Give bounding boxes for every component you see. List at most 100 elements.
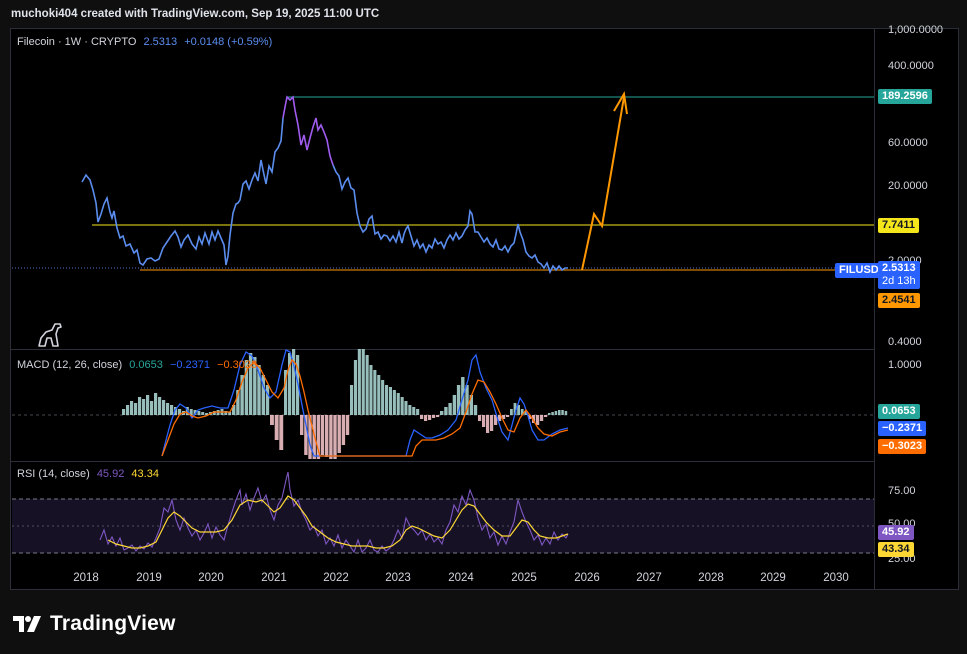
macd-hist-bar: [506, 415, 510, 417]
macd-hist-bar: [166, 403, 170, 415]
macd-hist-bar: [558, 410, 561, 415]
macd-hist-bar: [444, 407, 448, 415]
macd-hist-bar: [551, 412, 554, 415]
macd-hist-bar: [353, 360, 357, 415]
macd-hist-bar: [548, 413, 551, 415]
time-tick: 2022: [323, 572, 349, 584]
rsi-value: 45.92: [96, 468, 125, 480]
macd-hist-bar: [564, 411, 568, 415]
macd-hist-bar: [162, 400, 166, 415]
macd-hist-bar: [373, 370, 377, 415]
macd-hist-bar: [404, 401, 408, 415]
price-tick: 1,000.0000: [888, 24, 944, 36]
macd-title: MACD (12, 26, close): [17, 359, 123, 371]
macd-hist-bar: [482, 415, 486, 427]
macd-hist-bar: [536, 415, 540, 425]
macd-hist-bar: [126, 405, 130, 415]
macd-hist-bar: [142, 399, 146, 415]
macd-hist-bar: [170, 405, 174, 415]
price-tick: 60.0000: [888, 137, 928, 149]
macd-hist-bar: [365, 355, 369, 415]
signal-badge: −0.2371: [878, 421, 927, 436]
last-price-badge-value: 2.5313: [882, 262, 916, 274]
macd-hist-bar: [158, 397, 162, 415]
time-tick: 2025: [511, 572, 537, 584]
symbol-title: Filecoin · 1W · CRYPTO: [17, 36, 137, 48]
macd-hist-bar: [122, 409, 126, 415]
price-line-continued: [332, 164, 568, 275]
dino-icon[interactable]: [36, 322, 64, 348]
hist-value: −0.3023: [217, 359, 258, 371]
macd-hist-bar: [424, 415, 428, 421]
macd-hist-bar: [412, 407, 416, 415]
macd-hist-bar: [420, 415, 424, 419]
bar-countdown: 2d 13h: [882, 275, 916, 287]
rsi-tick: 75.00: [888, 485, 916, 497]
rsi-title: RSI (14, close): [17, 468, 90, 480]
macd-hist-bar: [265, 385, 270, 415]
macd-tick: 1.0000: [888, 359, 922, 371]
macd-hist-bar: [490, 415, 494, 431]
macd-hist-bar: [440, 411, 444, 415]
macd-hist-bar: [452, 395, 457, 415]
macd-hist-bar: [138, 397, 142, 415]
macd-legend[interactable]: MACD (12, 26, close) 0.0653 −0.2371 −0.3…: [17, 359, 261, 371]
rsi-legend[interactable]: RSI (14, close) 45.92 43.34: [17, 468, 163, 480]
price-legend[interactable]: Filecoin · 1W · CRYPTO 2.5313 +0.0148 (+…: [17, 36, 276, 48]
macd-hist-bar: [408, 405, 412, 415]
macd-hist-bar: [333, 415, 337, 459]
tradingview-logo[interactable]: TradingView: [12, 612, 176, 636]
macd-hist-bar: [350, 385, 354, 415]
time-tick: 2020: [198, 572, 224, 584]
price-tick: 20.0000: [888, 180, 928, 192]
macd-hist-bar: [428, 415, 432, 420]
macd-hist-bar: [279, 415, 284, 450]
macd-hist-bar: [478, 415, 482, 421]
macd-hist-bar: [486, 415, 490, 433]
last-price-value: 2.5313: [143, 36, 178, 48]
macd-hist-bar: [320, 415, 325, 455]
rsi-ma-badge: 43.34: [878, 542, 914, 557]
macd-hist-bar: [400, 397, 404, 415]
time-tick: 2028: [698, 572, 724, 584]
time-tick: 2019: [136, 572, 162, 584]
macd-hist-bar: [436, 415, 440, 417]
price-line: [81, 117, 284, 267]
macd-hist-bar: [385, 385, 389, 415]
macd-hist-bar: [388, 387, 392, 415]
macd-hist-bar: [540, 415, 544, 421]
macd-hist-bar: [369, 365, 373, 415]
signal-value: −0.2371: [169, 359, 211, 371]
price-change-value: +0.0148 (+0.59%): [184, 36, 273, 48]
time-tick: 2018: [73, 572, 99, 584]
macd-badge: 0.0653: [878, 404, 920, 419]
macd-hist-bar: [432, 415, 436, 418]
macd-hist-bar: [361, 349, 365, 415]
price-tick: 400.0000: [888, 60, 934, 72]
projection-arrow: [581, 96, 625, 271]
macd-hist-bar: [197, 411, 201, 415]
macd-hist-bar: [473, 405, 478, 415]
macd-hist-bar: [337, 415, 341, 453]
support-price-badge: 2.4541: [878, 293, 920, 308]
macd-hist-bar: [154, 393, 158, 415]
price-line-peak: [282, 95, 334, 166]
rsi-badge: 45.92: [878, 525, 914, 540]
macd-hist-bar: [201, 412, 205, 415]
macd-hist-bar: [544, 415, 548, 417]
time-tick: 2027: [636, 572, 662, 584]
macd-hist-bar: [561, 410, 564, 415]
brand-name: TradingView: [50, 612, 176, 635]
time-tick: 2021: [261, 572, 287, 584]
macd-hist-bar: [510, 409, 513, 415]
chart-canvas[interactable]: [0, 0, 967, 654]
macd-hist-bar: [448, 403, 452, 415]
macd-hist-bar: [270, 415, 274, 425]
time-tick: 2029: [760, 572, 786, 584]
macd-hist-bar: [146, 395, 150, 415]
macd-hist-bar: [300, 415, 304, 435]
resistance-price-badge: 7.7411: [878, 218, 920, 233]
macd-hist-bar: [345, 415, 350, 435]
macd-hist-bar: [377, 375, 381, 415]
macd-hist-bar: [329, 415, 333, 459]
